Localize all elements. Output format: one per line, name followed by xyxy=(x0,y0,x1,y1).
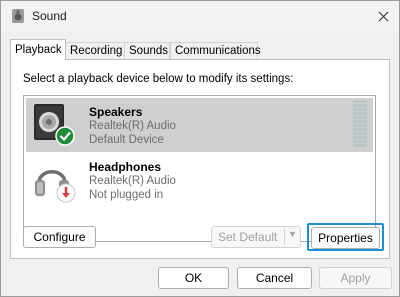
device-list: Speakers Realtek(R) Audio Default Device xyxy=(23,95,376,242)
tab-recording[interactable]: Recording xyxy=(65,42,125,60)
title-bar: Sound xyxy=(1,1,399,31)
device-status: Not plugged in xyxy=(89,189,164,201)
device-name: Headphones xyxy=(89,160,162,174)
instruction-text: Select a playback device below to modify… xyxy=(23,73,294,85)
properties-button[interactable]: Properties xyxy=(311,227,380,249)
device-name: Speakers xyxy=(89,105,143,119)
cancel-button[interactable]: Cancel xyxy=(237,267,312,289)
close-icon xyxy=(378,11,388,21)
volume-meter xyxy=(353,100,367,150)
playback-panel: Select a playback device below to modify… xyxy=(10,59,390,259)
close-button[interactable] xyxy=(373,6,393,26)
tab-sounds[interactable]: Sounds xyxy=(124,42,170,60)
apply-button[interactable]: Apply xyxy=(319,267,392,289)
headphones-icon xyxy=(35,170,76,203)
device-driver: Realtek(R) Audio xyxy=(89,120,176,132)
device-status: Default Device xyxy=(89,134,164,146)
window-title: Sound xyxy=(32,9,67,23)
speaker-icon xyxy=(34,104,75,146)
set-default-button[interactable]: Set Default ▼ xyxy=(211,226,301,248)
device-speakers[interactable]: Speakers Realtek(R) Audio Default Device xyxy=(26,98,373,152)
configure-button[interactable]: Configure xyxy=(23,226,96,248)
device-driver: Realtek(R) Audio xyxy=(89,175,176,187)
check-badge-icon xyxy=(55,126,75,146)
tab-playback[interactable]: Playback xyxy=(10,39,66,60)
split-divider xyxy=(284,229,285,245)
dropdown-arrow-icon[interactable]: ▼ xyxy=(288,229,297,239)
unplugged-arrow-icon xyxy=(56,183,76,203)
device-headphones[interactable]: Headphones Realtek(R) Audio Not plugged … xyxy=(26,153,373,207)
sound-dialog: Sound Playback Recording Sounds Communic… xyxy=(0,0,400,297)
tab-communications[interactable]: Communications xyxy=(170,42,261,60)
set-default-label: Set Default xyxy=(218,230,278,244)
sound-app-icon xyxy=(12,9,24,23)
ok-button[interactable]: OK xyxy=(158,267,229,289)
